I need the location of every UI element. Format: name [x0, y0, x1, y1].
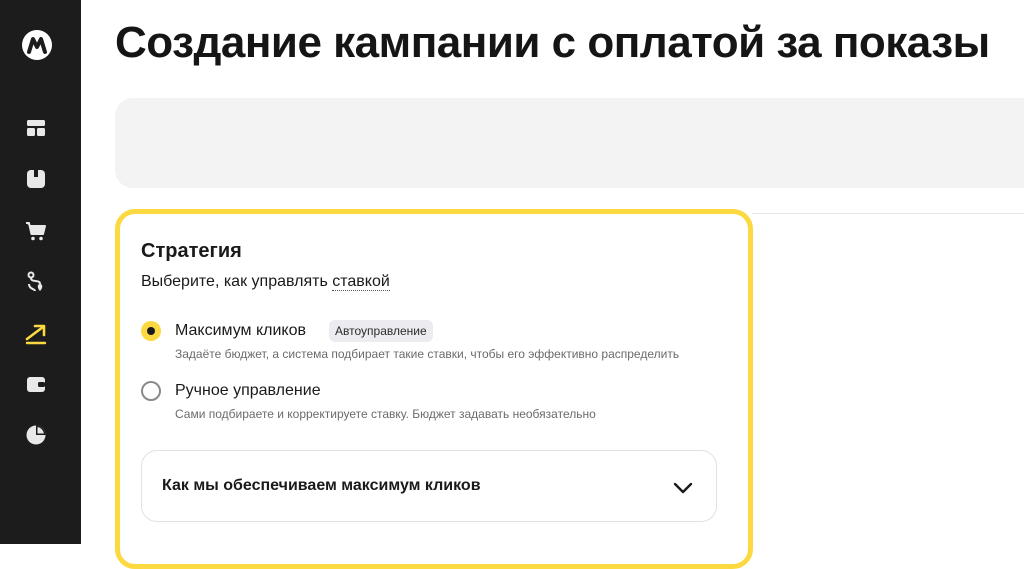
max-clicks-info-accordion[interactable]: Как мы обеспечиваем максимум кликов — [141, 450, 717, 522]
strategy-subtitle: Выберите, как управлять ставкой — [141, 273, 390, 291]
sidebar-item-analytics[interactable] — [22, 421, 50, 449]
sidebar-item-promotion[interactable] — [22, 319, 50, 347]
box-icon — [27, 170, 45, 188]
sidebar-item-products[interactable] — [22, 165, 50, 193]
route-icon — [27, 271, 43, 292]
option-manual-description: Сами подбираете и корректируете ставку. … — [175, 407, 596, 421]
page-title: Создание кампании с оплатой за показы — [115, 18, 990, 67]
cart-icon — [26, 222, 46, 241]
dashboard-icon — [27, 120, 45, 136]
option-manual-label[interactable]: Ручное управление — [175, 382, 321, 400]
sidebar — [0, 0, 81, 544]
market-logo-icon[interactable] — [22, 30, 52, 60]
strategy-subtitle-text: Выберите, как управлять — [141, 273, 333, 290]
radio-max-clicks[interactable] — [141, 321, 161, 341]
chevron-down-icon[interactable] — [672, 477, 694, 499]
option-max-clicks-description: Задаёте бюджет, а система подбирает таки… — [175, 347, 680, 361]
radio-manual-management[interactable] — [141, 381, 161, 401]
campaign-info-panel — [115, 98, 1024, 188]
auto-management-badge: Автоуправление — [329, 320, 433, 342]
sidebar-item-dashboard[interactable] — [22, 114, 50, 142]
accordion-title: Как мы обеспечиваем максимум кликов — [162, 477, 481, 494]
option-max-clicks-label[interactable]: Максимум кликов — [175, 322, 306, 340]
trend-arrow-icon — [25, 324, 47, 345]
divider — [752, 213, 1024, 214]
sidebar-item-orders[interactable] — [22, 217, 50, 245]
sidebar-item-logistics[interactable] — [22, 268, 50, 296]
bid-help-link[interactable]: ставкой — [332, 273, 390, 291]
wallet-icon — [27, 377, 45, 392]
pie-chart-icon — [26, 425, 46, 445]
strategy-heading: Стратегия — [141, 240, 242, 262]
sidebar-item-finance[interactable] — [22, 370, 50, 398]
